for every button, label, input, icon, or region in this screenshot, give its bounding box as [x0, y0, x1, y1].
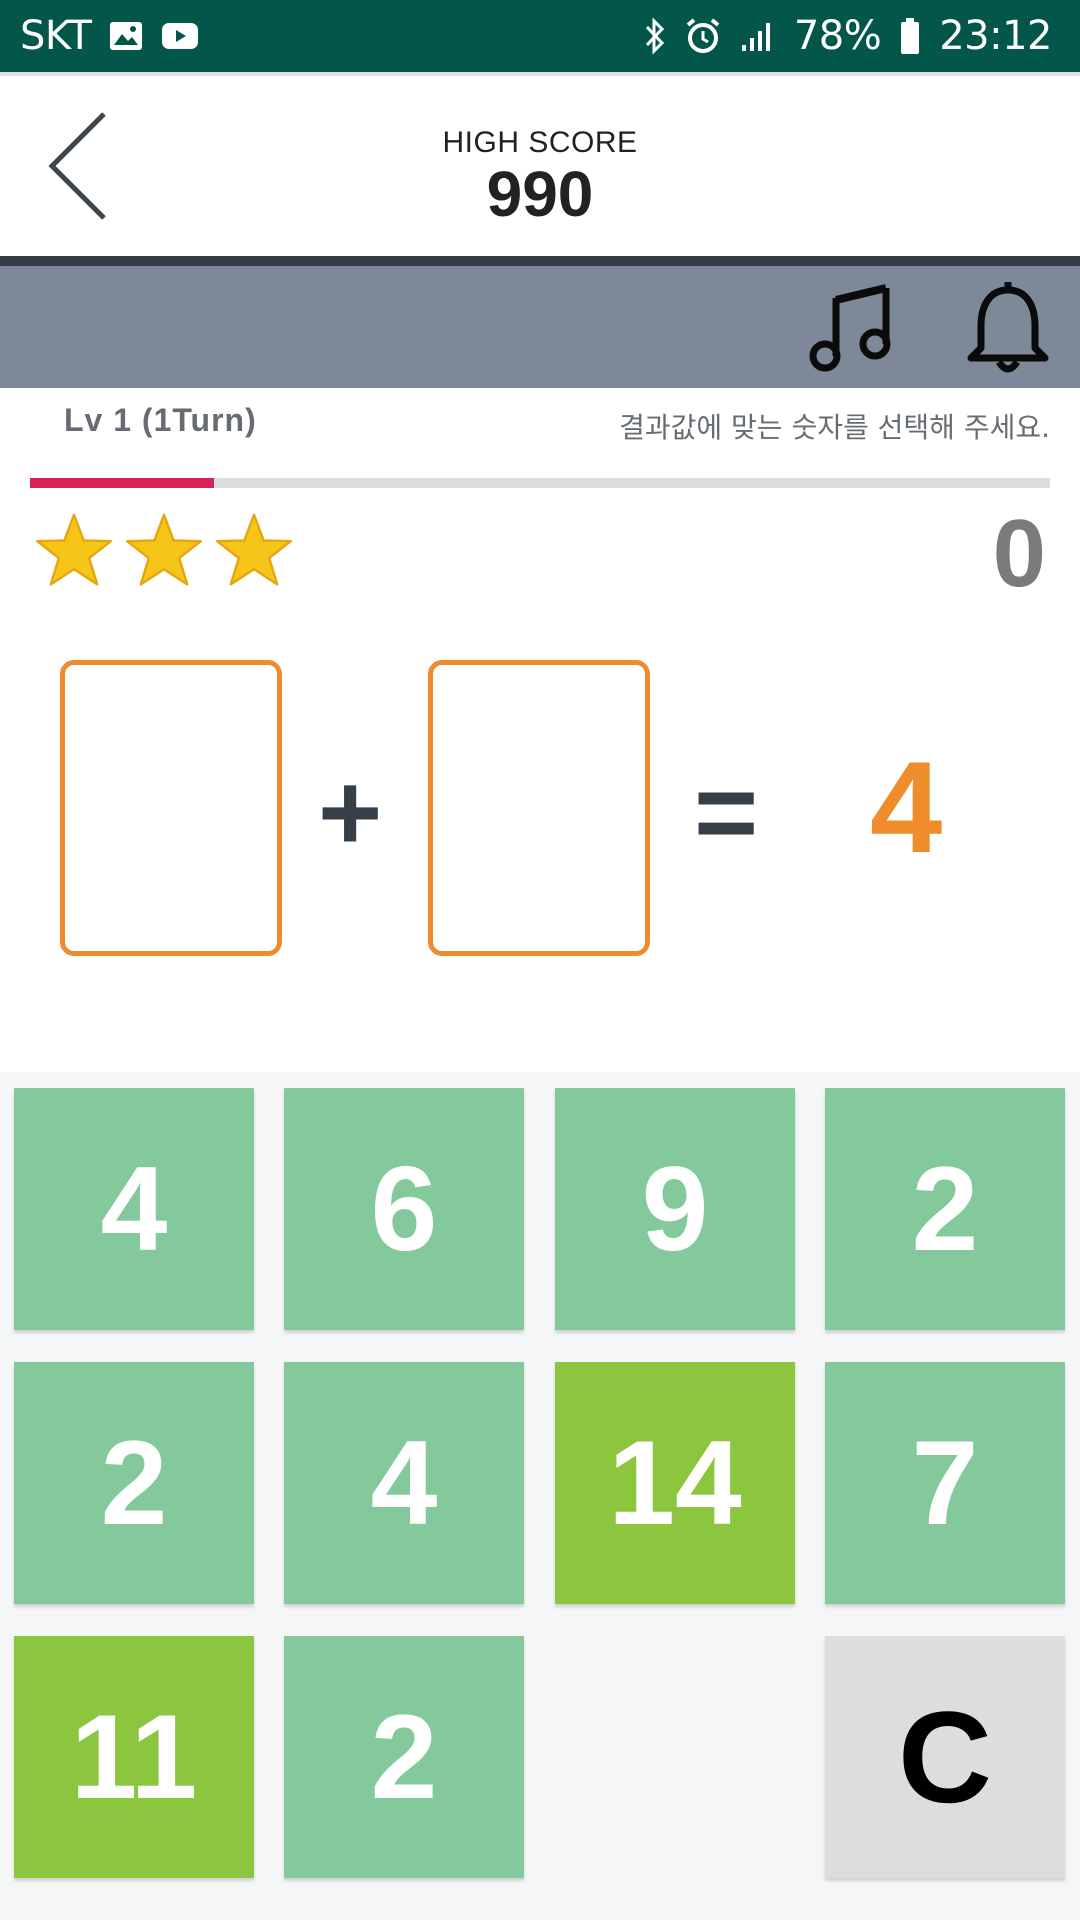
high-score-block: HIGH SCORE 990 — [0, 126, 1080, 228]
number-key[interactable]: 4 — [284, 1362, 524, 1604]
clear-key[interactable]: C — [825, 1636, 1065, 1878]
header: HIGH SCORE 990 — [0, 76, 1080, 256]
plus-operator: + — [318, 751, 383, 874]
alarm-icon — [684, 17, 722, 55]
music-toggle-button[interactable] — [805, 278, 905, 378]
carrier-label: SKT — [20, 13, 92, 59]
answer-slot-1[interactable] — [60, 660, 282, 956]
signal-icon — [740, 19, 776, 53]
bluetooth-icon — [644, 17, 666, 55]
status-right: 78% 23:12 — [644, 13, 1052, 59]
number-key[interactable]: 4 — [14, 1088, 254, 1330]
music-note-icon — [809, 284, 891, 372]
toolbar — [0, 266, 1080, 388]
number-key[interactable]: 6 — [284, 1088, 524, 1330]
battery-percent: 78% — [793, 13, 882, 59]
target-value: 4 — [870, 734, 943, 880]
gallery-icon — [109, 21, 143, 51]
progress-bar — [30, 478, 1050, 488]
bell-icon — [967, 282, 1049, 373]
number-key[interactable]: 14 — [555, 1362, 795, 1604]
battery-icon — [899, 17, 921, 55]
status-left: SKT — [20, 13, 199, 59]
number-key[interactable]: 2 — [284, 1636, 524, 1878]
number-key[interactable]: 9 — [555, 1088, 795, 1330]
notification-toggle-button[interactable] — [958, 278, 1058, 378]
current-score: 0 — [992, 500, 1046, 607]
high-score-value: 990 — [486, 158, 594, 230]
answer-slot-2[interactable] — [428, 660, 650, 956]
status-bar: SKT 78% 23:12 — [0, 0, 1080, 72]
header-bottom-border — [0, 256, 1080, 266]
high-score-label: HIGH SCORE — [442, 126, 638, 159]
equals-operator: = — [694, 751, 759, 874]
number-key[interactable]: 11 — [14, 1636, 254, 1878]
star-icon — [36, 513, 113, 586]
youtube-icon — [161, 22, 199, 50]
star-icon — [126, 513, 202, 586]
number-key[interactable]: 2 — [825, 1088, 1065, 1330]
number-key[interactable]: 2 — [14, 1362, 254, 1604]
level-label: Lv 1 (1Turn) — [64, 402, 257, 438]
number-keypad: 4 6 9 2 2 4 14 7 11 2 C — [0, 1072, 1080, 1920]
star-icon — [216, 513, 292, 586]
clock: 23:12 — [939, 13, 1052, 59]
number-key[interactable]: 7 — [825, 1362, 1065, 1604]
progress-fill — [30, 478, 214, 488]
star-rating — [34, 510, 294, 590]
instruction-text: 결과값에 맞는 숫자를 선택해 주세요. — [619, 411, 1050, 444]
